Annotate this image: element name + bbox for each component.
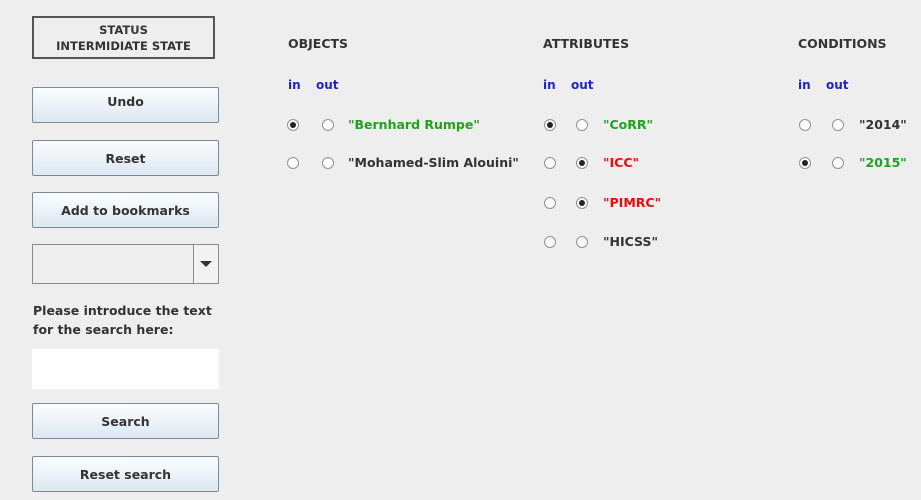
bookmarks-dropdown[interactable] (32, 244, 219, 284)
attributes-item-1-in-radio[interactable] (544, 119, 556, 131)
conditions-in-label: in (798, 78, 811, 92)
attributes-item-3-in-radio[interactable] (544, 197, 556, 209)
attributes-item-1-out-radio[interactable] (576, 119, 588, 131)
objects-in-label: in (288, 78, 301, 92)
objects-item-1-out-radio[interactable] (322, 119, 334, 131)
conditions-item-2-label: "2015" (859, 155, 907, 170)
attributes-item-1-label: "CoRR" (603, 117, 654, 132)
attributes-item-2-out-radio[interactable] (576, 157, 588, 169)
objects-item-1-in-radio[interactable] (287, 119, 299, 131)
search-label-line1: Please introduce the text (33, 303, 212, 318)
search-button[interactable]: Search (32, 403, 219, 439)
chevron-down-icon[interactable] (193, 245, 218, 283)
attributes-item-3-label: "PIMRC" (603, 195, 662, 210)
attributes-item-3-out-radio[interactable] (576, 197, 588, 209)
attributes-item-4-in-radio[interactable] (544, 236, 556, 248)
objects-item-2-in-radio[interactable] (287, 157, 299, 169)
status-box: STATUS INTERMIDIATE STATE (32, 16, 215, 59)
conditions-item-2-in-radio[interactable] (799, 157, 811, 169)
reset-button[interactable]: Reset (32, 140, 219, 176)
status-title: STATUS (99, 22, 148, 37)
objects-item-2-label: "Mohamed-Slim Alouini" (348, 155, 519, 170)
conditions-out-label: out (826, 78, 849, 92)
search-input[interactable] (32, 349, 219, 389)
attributes-header: ATTRIBUTES (543, 36, 630, 51)
conditions-item-1-in-radio[interactable] (799, 119, 811, 131)
attributes-item-2-label: "ICC" (603, 155, 640, 170)
conditions-item-1-out-radio[interactable] (832, 119, 844, 131)
objects-out-label: out (316, 78, 339, 92)
objects-item-1-label: "Bernhard Rumpe" (348, 117, 480, 132)
objects-item-2-out-radio[interactable] (322, 157, 334, 169)
search-label-line2: for the search here: (33, 322, 174, 337)
objects-header: OBJECTS (288, 36, 349, 51)
conditions-item-1-label: "2014" (859, 117, 907, 132)
attributes-item-4-label: "HICSS" (603, 234, 658, 249)
attributes-item-2-in-radio[interactable] (544, 157, 556, 169)
attributes-in-label: in (543, 78, 556, 92)
status-state: INTERMIDIATE STATE (56, 38, 191, 53)
add-to-bookmarks-button[interactable]: Add to bookmarks (32, 192, 219, 228)
conditions-item-2-out-radio[interactable] (832, 157, 844, 169)
reset-search-button[interactable]: Reset search (32, 456, 219, 492)
attributes-item-4-out-radio[interactable] (576, 236, 588, 248)
conditions-header: CONDITIONS (798, 36, 887, 51)
search-label: Please introduce the text for the search… (33, 301, 233, 339)
undo-button[interactable]: Undo (32, 87, 219, 123)
attributes-out-label: out (571, 78, 594, 92)
